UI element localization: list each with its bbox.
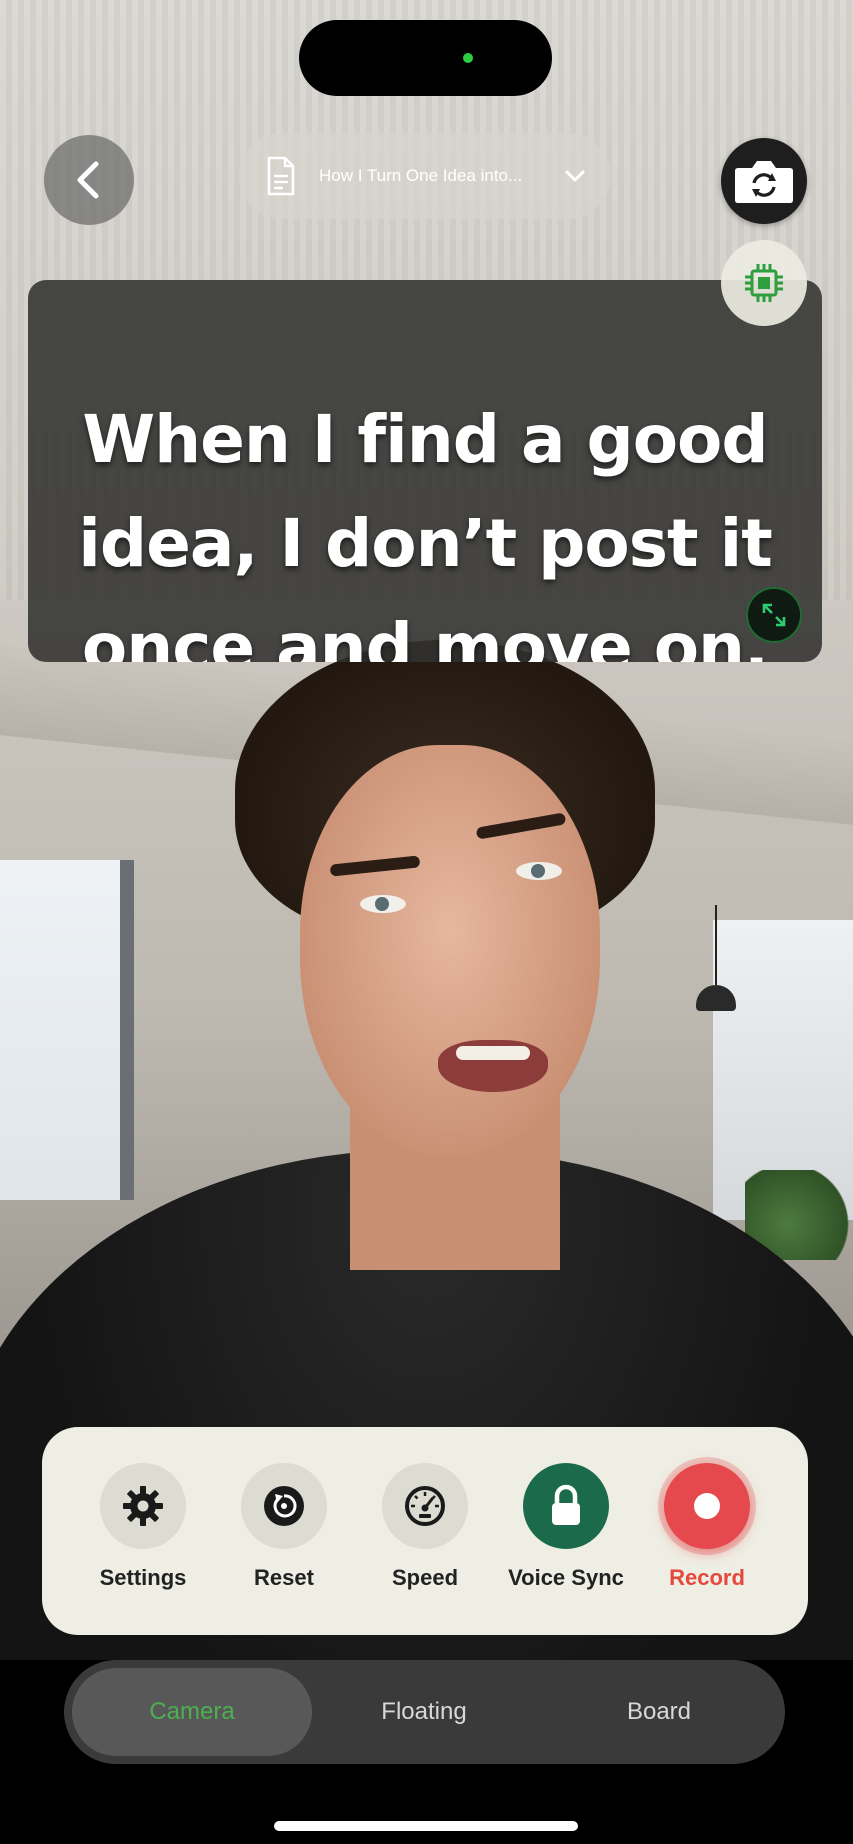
chevron-left-icon (77, 161, 99, 199)
chip-icon (745, 264, 783, 302)
camera-indicator-dot (463, 53, 473, 63)
processor-button[interactable] (721, 240, 807, 326)
speed-button-circle (382, 1463, 468, 1549)
record-button-circle (664, 1463, 750, 1549)
reset-button-circle (241, 1463, 327, 1549)
pendant-lamp-cord (715, 905, 717, 985)
expand-icon (762, 603, 786, 627)
voice-sync-label: Voice Sync (508, 1565, 624, 1590)
script-title: How I Turn One Idea into... (319, 166, 523, 185)
mode-tab-floating[interactable]: Floating (304, 1668, 544, 1756)
script-selector[interactable]: How I Turn One Idea into... (239, 133, 611, 219)
lock-icon (552, 1484, 580, 1525)
teleprompter-line: once and move on. (81, 609, 769, 662)
gear-icon (123, 1486, 163, 1526)
dynamic-island (299, 20, 552, 96)
home-indicator[interactable] (274, 1821, 578, 1831)
window-left (0, 860, 134, 1200)
document-icon (267, 156, 295, 196)
teleprompter-text: When I find a good idea, I don’t post it… (58, 388, 792, 662)
flip-camera-button[interactable] (721, 138, 807, 224)
teleprompter-line: When I find a good (82, 401, 768, 478)
teleprompter-box[interactable]: When I find a good idea, I don’t post it… (28, 280, 822, 662)
speed-label: Speed (391, 1565, 459, 1590)
voice-sync-button-circle (523, 1463, 609, 1549)
left-eye (360, 895, 406, 913)
reset-label: Reset (254, 1565, 314, 1590)
control-panel: Settings Reset Speed Voice Sync Record (42, 1427, 808, 1635)
camera-screen: How I Turn One Idea into... When I find … (0, 0, 853, 1844)
settings-button[interactable]: Settings (73, 1463, 213, 1591)
back-button[interactable] (44, 135, 134, 225)
mode-tab-board[interactable]: Board (539, 1668, 779, 1756)
camera-flip-icon (735, 161, 793, 203)
voice-sync-button[interactable]: Voice Sync (496, 1463, 636, 1591)
record-button[interactable]: Record (637, 1463, 777, 1591)
mode-tab-camera[interactable]: Camera (72, 1668, 312, 1756)
mode-switcher: Camera Floating Board (64, 1660, 785, 1764)
teleprompter-line: idea, I don’t post it (78, 505, 773, 582)
record-icon (694, 1493, 720, 1519)
record-label: Record (669, 1565, 745, 1590)
right-eye (516, 862, 562, 880)
speedometer-icon (405, 1486, 445, 1526)
reset-button[interactable]: Reset (214, 1463, 354, 1591)
expand-teleprompter-button[interactable] (746, 587, 802, 643)
person-face (300, 745, 600, 1155)
person-mouth (438, 1040, 548, 1092)
settings-label: Settings (99, 1565, 187, 1590)
reset-icon (264, 1486, 304, 1526)
chevron-down-icon (565, 170, 585, 182)
speed-button[interactable]: Speed (355, 1463, 495, 1591)
settings-button-circle (100, 1463, 186, 1549)
